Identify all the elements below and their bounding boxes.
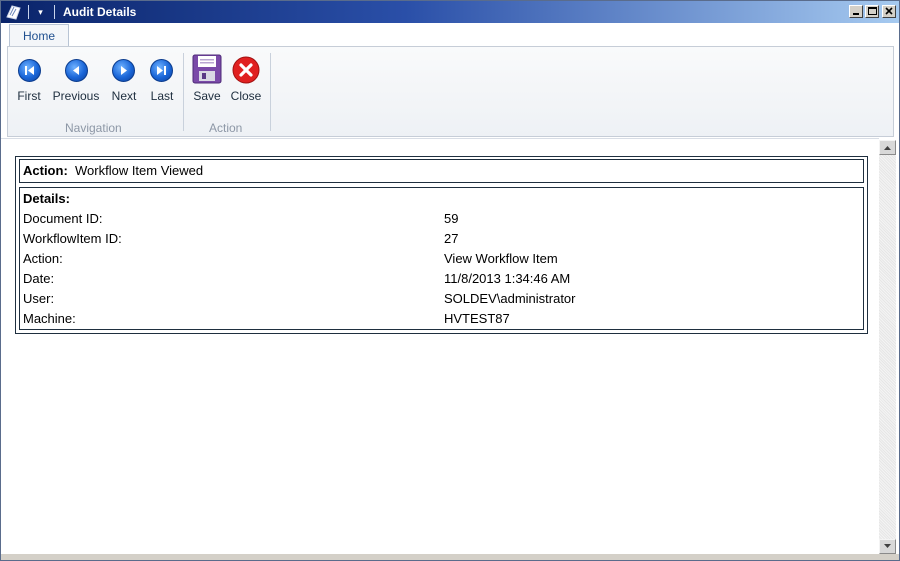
details-box [19, 187, 864, 330]
field-label-action: Action: [23, 251, 63, 266]
field-label-machine: Machine: [23, 311, 76, 326]
minimize-icon [853, 13, 859, 15]
last-icon [150, 59, 173, 82]
field-label-date: Date: [23, 271, 55, 286]
field-value-workflowitem-id: 27 [444, 231, 459, 246]
field-label-workflowitem-id: WorkflowItem ID: [23, 231, 122, 246]
close-x-icon [885, 7, 893, 15]
bottom-edge [1, 554, 899, 560]
maximize-icon [868, 7, 877, 15]
scroll-down-icon [884, 544, 891, 548]
field-value-action: View Workflow Item [444, 251, 558, 266]
save-icon [192, 54, 222, 87]
next-label: Next [111, 89, 137, 103]
close-label: Close [230, 89, 262, 103]
field-label-document-id: Document ID: [23, 211, 103, 226]
previous-label: Previous [52, 89, 100, 103]
last-label: Last [150, 89, 174, 103]
quick-access-separator [28, 5, 29, 19]
minimize-button[interactable] [849, 5, 863, 18]
app-icon[interactable] [5, 4, 22, 20]
vertical-scrollbar[interactable] [879, 140, 896, 554]
next-icon [112, 59, 135, 82]
save-label: Save [193, 89, 221, 103]
quick-access-separator [54, 5, 55, 19]
group-separator [183, 53, 184, 131]
action-heading: Action: [23, 163, 68, 178]
scroll-up-icon [884, 146, 891, 150]
window-title: Audit Details [63, 5, 137, 19]
first-label: First [17, 89, 41, 103]
field-value-machine: HVTEST87 [444, 311, 510, 326]
ribbon: First Previous Next Last Navigation Save… [7, 46, 894, 137]
title-bar: ▾ Audit Details [1, 1, 899, 23]
ribbon-tabstrip: Home [1, 23, 899, 47]
audit-details-window: ▾ Audit Details Home First Previous Next… [0, 0, 900, 561]
tab-home[interactable]: Home [9, 24, 69, 47]
action-group-label: Action [209, 121, 243, 135]
group-separator [270, 53, 271, 131]
field-value-date: 11/8/2013 1:34:46 AM [444, 271, 571, 286]
close-icon [232, 56, 260, 87]
previous-icon [65, 59, 88, 82]
field-label-user: User: [23, 291, 55, 306]
window-close-button[interactable] [882, 5, 896, 18]
quick-access-dropdown-icon[interactable]: ▾ [34, 5, 47, 19]
scroll-up-button[interactable] [879, 140, 896, 155]
maximize-button[interactable] [865, 5, 879, 18]
first-icon [18, 59, 41, 82]
field-value-document-id: 59 [444, 211, 459, 226]
action-value: Workflow Item Viewed [75, 163, 204, 178]
field-value-user: SOLDEV\administrator [444, 291, 576, 306]
scroll-down-button[interactable] [879, 539, 896, 554]
details-heading: Details: [23, 191, 70, 206]
navigation-group-label: Navigation [65, 121, 122, 135]
